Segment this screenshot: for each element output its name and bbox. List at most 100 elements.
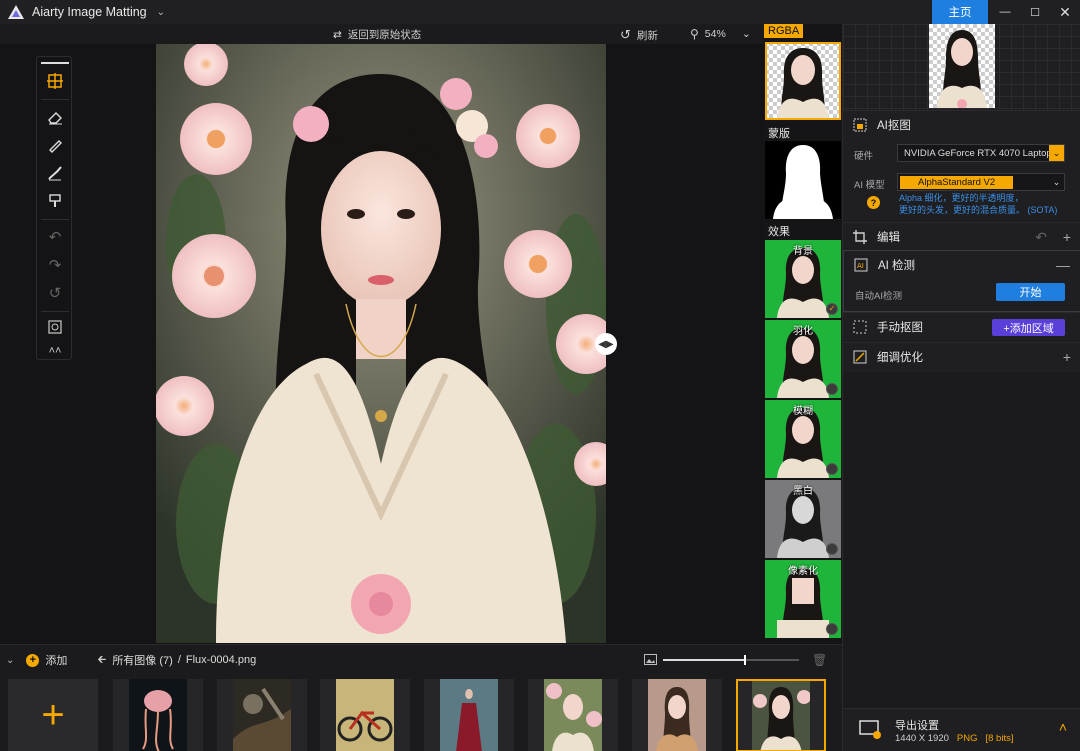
- hardware-value: NVIDIA GeForce RTX 4070 Laptop G: [904, 147, 1050, 159]
- expand-plus-icon[interactable]: +: [1063, 349, 1071, 365]
- help-icon[interactable]: ?: [867, 196, 880, 209]
- result-thumbnail[interactable]: [929, 24, 995, 108]
- maximize-icon[interactable]: ☐: [1020, 0, 1050, 24]
- effect-thumb-bw[interactable]: 黑白: [765, 480, 841, 558]
- palette-divider: [41, 311, 69, 312]
- split-compare-handle[interactable]: ◀▶: [595, 333, 617, 355]
- app-menu-chevron-icon[interactable]: ⌄: [157, 7, 165, 18]
- back-arrow-icon[interactable]: 🡰: [97, 651, 106, 670]
- reset-tool-icon[interactable]: ↺: [37, 279, 73, 307]
- expand-plus-icon[interactable]: +: [1063, 229, 1071, 245]
- close-icon[interactable]: ✕: [1050, 0, 1080, 24]
- app-title: Aiarty Image Matting: [32, 5, 147, 19]
- add-plus-icon[interactable]: +: [26, 653, 40, 667]
- main-image-canvas[interactable]: [156, 44, 606, 643]
- check-icon: ✓: [826, 303, 838, 315]
- manual-matting-header[interactable]: 手动抠图: [853, 313, 923, 341]
- manual-matting-section: 手动抠图 +添加区域: [843, 312, 1080, 342]
- plus-icon: +: [41, 693, 65, 737]
- export-settings-bar[interactable]: 导出设置 1440 X 1920 PNG [8 bits] ˄: [843, 708, 1080, 751]
- model-label: AI 模型: [854, 180, 885, 191]
- ai-detect-title: AI 检测: [878, 260, 916, 272]
- undo-icon[interactable]: ↶: [37, 223, 73, 251]
- ai-detect-header[interactable]: AI AI 检测: [854, 251, 915, 279]
- breadcrumb-separator: /: [177, 654, 181, 666]
- edit-section: 编辑 ↶ +: [843, 222, 1080, 250]
- rgba-tab[interactable]: RGBA: [764, 24, 842, 41]
- effect-thumb-pixelate[interactable]: 像素化: [765, 560, 841, 638]
- add-image-tile[interactable]: +: [8, 679, 98, 751]
- effect-thumb-background[interactable]: 背景 ✓: [765, 240, 841, 318]
- export-bits: [8 bits]: [985, 733, 1014, 744]
- settings-panel: AI抠图 硬件 NVIDIA GeForce RTX 4070 Laptop G…: [842, 24, 1080, 751]
- hardware-select[interactable]: NVIDIA GeForce RTX 4070 Laptop G ⌄: [897, 144, 1065, 162]
- add-area-button[interactable]: +添加区域: [992, 319, 1065, 336]
- effect-thumb-blur[interactable]: 模糊: [765, 400, 841, 478]
- zoom-label: 54%: [704, 28, 726, 40]
- breadcrumb-all-images[interactable]: 所有图像 (7): [112, 652, 173, 668]
- ai-detect-icon: AI: [854, 258, 868, 272]
- ai-detect-section: AI AI 检测 — 自动AI检测 开始: [843, 250, 1080, 312]
- chevron-down-icon: ⌄: [1049, 145, 1064, 161]
- portrait-image: [156, 44, 606, 643]
- slider-fill: [663, 659, 745, 661]
- export-settings-icon: [859, 720, 881, 739]
- fill-tool-icon[interactable]: [37, 187, 73, 215]
- model-select[interactable]: AlphaStandard V2 ⌄: [897, 173, 1065, 191]
- image-thumb-forest[interactable]: [217, 679, 307, 751]
- home-button[interactable]: 主页: [932, 0, 988, 24]
- add-images-button[interactable]: 添加: [45, 652, 67, 668]
- minimize-icon[interactable]: —: [990, 0, 1020, 24]
- mask-preview-thumb[interactable]: [765, 141, 841, 219]
- zoom-icon: ⚲: [690, 27, 699, 41]
- brush-tool-icon[interactable]: [37, 131, 73, 159]
- radio-icon: [826, 623, 838, 635]
- thumbnail-size-icon: [644, 654, 657, 665]
- effect-label: 效果: [768, 226, 790, 238]
- effect-thumb-label: 黑白: [793, 486, 813, 497]
- expand-up-icon[interactable]: ˄: [1059, 719, 1067, 735]
- tool-palette: ↶ ↷ ↺ ˄˄: [36, 56, 72, 360]
- edit-header[interactable]: 编辑: [853, 223, 900, 251]
- export-title: 导出设置: [895, 720, 939, 732]
- effect-thumb-label: 背景: [793, 246, 813, 257]
- image-thumb-woman-red-dress[interactable]: [424, 679, 514, 751]
- eraser-tool-icon[interactable]: [37, 103, 73, 131]
- edit-title: 编辑: [877, 232, 900, 244]
- smudge-tool-icon[interactable]: [37, 159, 73, 187]
- image-thumb-selected[interactable]: [736, 679, 826, 751]
- image-thumb-bicycle[interactable]: [320, 679, 410, 751]
- move-tool-icon[interactable]: [37, 67, 73, 95]
- slider-knob[interactable]: [743, 655, 746, 665]
- redo-icon[interactable]: ↷: [37, 251, 73, 279]
- zoom-chevron-icon: ⌄: [741, 28, 751, 40]
- app-logo-icon: [8, 5, 24, 19]
- refresh-button[interactable]: ↺ 刷新: [620, 27, 658, 43]
- thumbnail-size-slider[interactable]: [663, 655, 799, 665]
- crop-icon: [853, 230, 867, 244]
- radio-icon: [826, 543, 838, 555]
- breadcrumb-current-file: Flux-0004.png: [185, 654, 257, 666]
- image-thumb-girl-flowers-1[interactable]: [528, 679, 618, 751]
- image-thumb-jellyfish[interactable]: [113, 679, 203, 751]
- refine-section: 细调优化 +: [843, 342, 1080, 372]
- rgba-preview-thumb[interactable]: [765, 42, 841, 120]
- collapse-minus-icon[interactable]: —: [1056, 257, 1070, 273]
- refine-header[interactable]: 细调优化: [853, 343, 923, 371]
- palette-grip[interactable]: [41, 62, 69, 64]
- collapse-palette-icon[interactable]: ˄˄: [37, 337, 73, 365]
- export-format: PNG: [956, 733, 978, 744]
- canvas-toolbar: ⇄ 返回到原始状态 ↺ 刷新 ⚲ 54% ⌄: [0, 24, 764, 44]
- start-button[interactable]: 开始: [996, 283, 1065, 301]
- export-size: 1440 X 1920: [895, 733, 949, 744]
- effect-thumb-label: 像素化: [788, 566, 818, 577]
- manual-select-icon: [853, 320, 867, 334]
- reset-button[interactable]: ⇄ 返回到原始状态: [333, 27, 421, 42]
- trash-icon[interactable]: 🗑: [812, 653, 827, 667]
- ai-matting-header[interactable]: AI抠图: [853, 111, 911, 139]
- image-thumb-girl-flowers-2[interactable]: [632, 679, 722, 751]
- zoom-control[interactable]: ⚲ 54% ⌄: [690, 27, 751, 41]
- undo-edit-icon[interactable]: ↶: [1035, 229, 1047, 246]
- effect-thumb-feather[interactable]: 羽化: [765, 320, 841, 398]
- collapse-list-icon[interactable]: ⌄: [6, 655, 14, 666]
